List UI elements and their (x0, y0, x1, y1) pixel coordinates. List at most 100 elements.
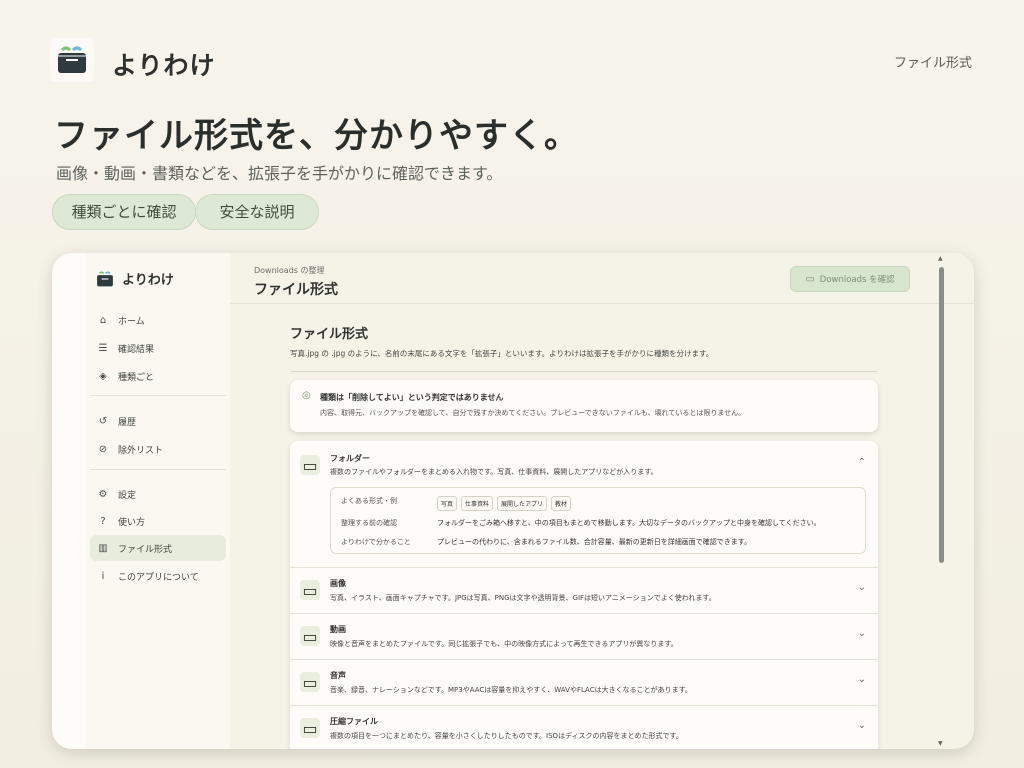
scroll-down-arrow-icon[interactable]: ▼ (938, 740, 943, 747)
sidebar-brand-name: よりわけ (122, 273, 174, 288)
hero-subtitle: 画像・動画・書類などを、拡張子を手がかりに確認できます。 (56, 164, 503, 183)
app-window: よりわけ ⌂ ホーム ☰ 確認結果 ◈ 種類ごと ↺ 履歴 ⊘ 除外リスト ⚙ 設定 ? 使い… (52, 253, 974, 749)
file-type-accordion: ▭ フォルダー 複数のファイルやフォルダーをまとめる入れ物です。写真、仕事資料、… (290, 441, 878, 749)
detail-value: フォルダーをごみ箱へ移すと、中の項目もまとめて移動します。大切なデータのバックア… (437, 519, 821, 527)
button-label: Downloads を確認 (819, 275, 895, 285)
sliders-icon: ⚙ (98, 488, 108, 500)
type-name: 動画 (330, 625, 346, 634)
sidebar-divider (90, 469, 226, 470)
nav-link-file-formats[interactable]: ファイル形式 (894, 52, 972, 71)
sidebar-item-label: 確認結果 (118, 344, 155, 355)
hero-title: ファイル形式を、分かりやすく。 (54, 116, 579, 156)
sidebar-item-results[interactable]: ☰ 確認結果 (90, 335, 226, 361)
sidebar-item-help[interactable]: ? 使い方 (90, 508, 226, 534)
sidebar-item-label: 種類ごと (118, 372, 155, 383)
scrollbar[interactable]: ▲ ▼ (938, 253, 944, 749)
brand-name: よりわけ (112, 51, 216, 80)
detail-row-check: 整理する前の確認 フォルダーをごみ箱へ移すと、中の項目もまとめて移動します。大切… (341, 518, 821, 528)
accordion-item-archive[interactable]: ▭ 圧縮ファイル 複数の項目を一つにまとめたり、容量を小さくしたりしたものです。… (290, 705, 878, 749)
home-icon: ⌂ (99, 314, 107, 326)
section-title: ファイル形式 (290, 327, 369, 342)
type-name: 音声 (330, 671, 346, 680)
sidebar-item-label: 使い方 (118, 517, 146, 528)
type-name: 圧縮ファイル (330, 717, 378, 726)
sidebar-item-by-type[interactable]: ◈ 種類ごと (90, 363, 226, 389)
chevron-up-icon[interactable]: ⌃ (858, 457, 866, 468)
sidebar-item-home[interactable]: ⌂ ホーム (90, 307, 226, 333)
chevron-down-icon[interactable]: ⌄ (858, 628, 866, 639)
section-intro: ファイル形式 写真.jpg の .jpg のように、名前の末尾にある文字を「拡張… (290, 323, 878, 372)
chevron-down-icon[interactable]: ⌄ (858, 674, 866, 685)
folder-icon: ▭ (300, 455, 320, 475)
type-description: 写真、イラスト、画面キャプチャです。JPGは写真、PNGは文字や透明背景、GIF… (330, 594, 716, 602)
accordion-item-folder[interactable]: ▭ フォルダー 複数のファイルやフォルダーをまとめる入れ物です。写真、仕事資料、… (290, 441, 878, 567)
section-description: 写真.jpg の .jpg のように、名前の末尾にある文字を「拡張子」といいます… (290, 349, 714, 358)
sidebar: よりわけ ⌂ ホーム ☰ 確認結果 ◈ 種類ごと ↺ 履歴 ⊘ 除外リスト ⚙ 設定 ? 使い… (86, 253, 230, 749)
feature-pill-safe: 安全な説明 (195, 194, 319, 230)
file-icon: ▭ (300, 580, 320, 600)
chevron-down-icon[interactable]: ⌄ (858, 720, 866, 731)
detail-label: よりわけで分かること (341, 538, 411, 546)
box-icon: ◈ (99, 370, 107, 382)
sidebar-item-label: 除外リスト (118, 445, 164, 456)
folder-search-icon: ▭ (805, 273, 815, 285)
sidebar-item-label: ホーム (118, 316, 145, 327)
scrollbar-thumb[interactable] (939, 267, 944, 563)
help-icon: ? (100, 515, 106, 527)
tag: 仕事資料 (461, 496, 494, 511)
book-icon: ▥ (98, 542, 108, 554)
folder-logo-icon (97, 270, 113, 286)
filter-lines-icon: ☰ (98, 342, 108, 354)
info-icon: i (101, 570, 105, 582)
sidebar-item-exclusions[interactable]: ⊘ 除外リスト (90, 436, 226, 462)
section-divider (290, 371, 878, 372)
sidebar-item-about[interactable]: i このアプリについて (90, 563, 226, 589)
type-name: 画像 (330, 579, 346, 588)
accordion-item-image[interactable]: ▭ 画像 写真、イラスト、画面キャプチャです。JPGは写真、PNGは文字や透明背… (290, 567, 878, 613)
sidebar-item-label: ファイル形式 (118, 544, 173, 555)
type-description: 複数の項目を一つにまとめたり、容量を小さくしたりしたものです。ISOはディスクの… (330, 732, 683, 740)
breadcrumb: Downloads の整理 (254, 266, 325, 275)
file-icon: ▭ (300, 626, 320, 646)
tag: 展開したアプリ (497, 496, 548, 511)
sidebar-brand: よりわけ (96, 269, 174, 288)
detail-label: よくある形式・例 (341, 497, 397, 505)
detail-row-examples: よくある形式・例 写真 仕事資料 展開したアプリ 教材 (341, 496, 575, 511)
detail-label: 整理する前の確認 (341, 519, 397, 527)
sidebar-item-file-formats[interactable]: ▥ ファイル形式 (90, 535, 226, 561)
detail-value: プレビューの代わりに、含まれるファイル数、合計容量、最新の更新日を詳細画面で確認… (437, 538, 752, 546)
main-panel: Downloads の整理 ファイル形式 ▭ Downloads を確認 ファイル… (230, 253, 974, 749)
app-logo (50, 38, 94, 82)
page-title: ファイル形式 (254, 282, 338, 298)
file-icon: ▭ (300, 672, 320, 692)
type-description: 映像と音声をまとめたファイルです。同じ拡張子でも、中の映像方式によって再生できる… (330, 640, 678, 648)
tag: 教材 (551, 496, 572, 511)
notice-text: 内容、取得元、バックアップを確認して、自分で残すか決めてください。プレビューでき… (320, 409, 746, 417)
folder-logo-icon (58, 46, 86, 73)
sidebar-item-label: このアプリについて (118, 572, 199, 583)
chevron-down-icon[interactable]: ⌄ (858, 582, 866, 593)
sidebar-item-label: 設定 (118, 490, 137, 501)
shield-check-icon: ◎ (302, 390, 311, 401)
sidebar-item-label: 履歴 (118, 417, 137, 428)
history-icon: ↺ (98, 415, 108, 427)
notice-card: ◎ 種類は「削除してよい」という判定ではありません 内容、取得元、バックアップを… (290, 380, 878, 432)
sidebar-item-history[interactable]: ↺ 履歴 (90, 408, 226, 434)
ban-icon: ⊘ (98, 443, 108, 455)
type-detail-box: よくある形式・例 写真 仕事資料 展開したアプリ 教材 整理する前の確認 フォルダーを… (330, 487, 866, 554)
notice-title: 種類は「削除してよい」という判定ではありません (320, 393, 504, 402)
sidebar-item-settings[interactable]: ⚙ 設定 (90, 481, 226, 507)
tag: 写真 (437, 496, 458, 511)
detail-row-learn: よりわけで分かること プレビューの代わりに、含まれるファイル数、合計容量、最新の… (341, 537, 751, 547)
type-name: フォルダー (330, 454, 370, 463)
header-divider (230, 303, 974, 304)
file-icon: ▭ (300, 718, 320, 738)
accordion-item-audio[interactable]: ▭ 音声 音楽、録音、ナレーションなどです。MP3やAACは容量を抑えやすく、W… (290, 659, 878, 705)
check-downloads-button[interactable]: ▭ Downloads を確認 (790, 266, 910, 292)
accordion-item-video[interactable]: ▭ 動画 映像と音声をまとめたファイルです。同じ拡張子でも、中の映像方式によって… (290, 613, 878, 659)
feature-pill-by-type: 種類ごとに確認 (52, 194, 196, 230)
type-description: 音楽、録音、ナレーションなどです。MP3やAACは容量を抑えやすく、WAVやFL… (330, 686, 692, 694)
tag-list: 写真 仕事資料 展開したアプリ 教材 (437, 496, 575, 511)
scroll-up-arrow-icon[interactable]: ▲ (938, 255, 943, 262)
type-description: 複数のファイルやフォルダーをまとめる入れ物です。写真、仕事資料、展開したアプリな… (330, 468, 658, 476)
